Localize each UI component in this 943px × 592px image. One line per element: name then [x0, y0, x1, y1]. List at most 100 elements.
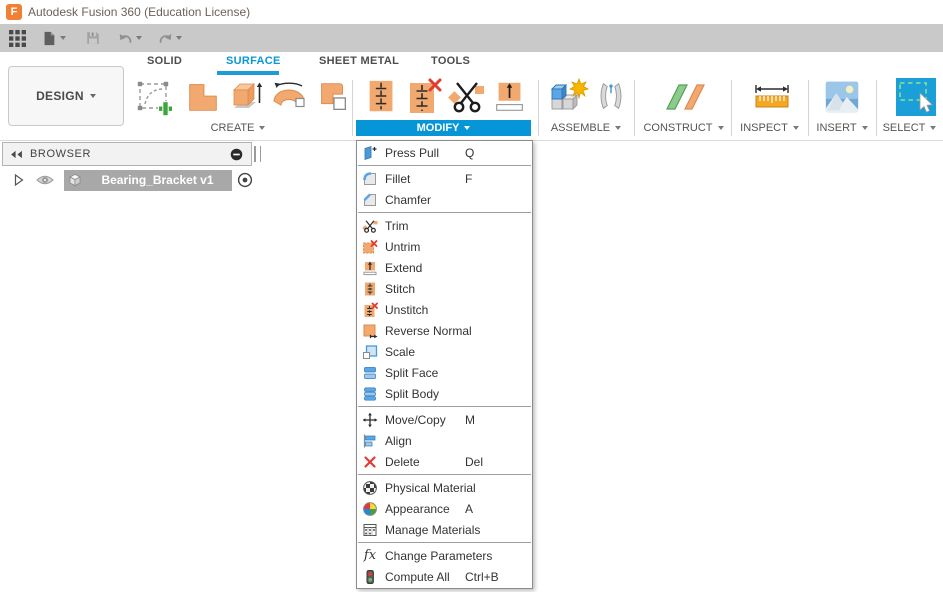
- stitch-icon: [361, 281, 379, 297]
- workspace-caret-icon: [90, 94, 96, 98]
- activate-component-radio-icon[interactable]: [237, 172, 253, 188]
- appearance-icon: [361, 501, 379, 517]
- split-face-icon: [361, 365, 379, 381]
- joint-button[interactable]: [592, 76, 630, 118]
- file-menu-caret-icon[interactable]: [58, 29, 68, 47]
- menu-item-label: Reverse Normal: [385, 324, 472, 338]
- tab-sheet-metal[interactable]: SHEET METAL: [319, 55, 399, 73]
- menu-item-fillet[interactable]: Fillet F: [357, 168, 532, 189]
- browser-header: BROWSER: [2, 142, 252, 166]
- browser-title: BROWSER: [30, 148, 91, 160]
- split-body-icon: [361, 386, 379, 402]
- panel-create-label: CREATE: [211, 122, 255, 134]
- menu-item-manage-materials[interactable]: Manage Materials: [357, 519, 532, 540]
- offset-button[interactable]: [312, 76, 354, 118]
- physical-material-icon: [361, 480, 379, 496]
- menu-item-unstitch[interactable]: Unstitch: [357, 299, 532, 320]
- menu-item-appearance[interactable]: Appearance A: [357, 498, 532, 519]
- redo-menu-caret-icon[interactable]: [174, 29, 184, 47]
- menu-item-label: Trim: [385, 219, 409, 233]
- panel-resize-grip[interactable]: [254, 146, 261, 162]
- extend-button[interactable]: [489, 76, 531, 118]
- joint-icon: [592, 78, 630, 116]
- insert-button[interactable]: [821, 76, 863, 118]
- panel-assemble[interactable]: ASSEMBLE: [538, 120, 634, 136]
- trim-button[interactable]: [446, 76, 488, 118]
- menu-item-chamfer[interactable]: Chamfer: [357, 189, 532, 210]
- panel-select[interactable]: SELECT: [876, 120, 943, 136]
- menu-item-shortcut: Ctrl+B: [465, 570, 499, 584]
- menu-item-press-pull[interactable]: Press Pull Q: [357, 142, 532, 163]
- collapse-panel-icon[interactable]: [10, 150, 23, 159]
- fillet-icon: [361, 171, 379, 187]
- menu-item-label: Stitch: [385, 282, 415, 296]
- menu-item-label: Split Face: [385, 366, 438, 380]
- menu-item-shortcut: Del: [465, 455, 483, 469]
- undo-menu-caret-icon[interactable]: [134, 29, 144, 47]
- visibility-eye-icon[interactable]: [36, 174, 54, 186]
- panel-inspect-caret-icon: [793, 126, 799, 130]
- browser-collapse-button[interactable]: [230, 148, 243, 161]
- menu-item-split-body[interactable]: Split Body: [357, 383, 532, 404]
- extrude-button[interactable]: [226, 76, 268, 118]
- ribbon: DESIGN SOLID SURFACE SHEET METAL TOOLS C…: [0, 52, 943, 141]
- menu-item-trim[interactable]: Trim: [357, 215, 532, 236]
- revolve-button[interactable]: [268, 76, 310, 118]
- menu-item-compute-all[interactable]: Compute All Ctrl+B: [357, 566, 532, 587]
- panel-inspect[interactable]: INSPECT: [731, 120, 808, 136]
- select-button[interactable]: [892, 76, 940, 118]
- menu-item-align[interactable]: Align: [357, 430, 532, 451]
- expand-arrow-icon[interactable]: [14, 174, 24, 186]
- panel-create[interactable]: CREATE: [178, 120, 298, 136]
- panel-modify-caret-icon: [464, 126, 470, 130]
- menu-separator: [358, 165, 531, 166]
- patch-icon: [184, 78, 222, 116]
- tab-solid[interactable]: SOLID: [147, 55, 182, 73]
- change-parameters-icon: fx: [361, 548, 379, 564]
- create-sketch-icon: [135, 77, 175, 117]
- patch-button[interactable]: [182, 76, 224, 118]
- menu-item-move-copy[interactable]: Move/Copy M: [357, 409, 532, 430]
- browser-root-row[interactable]: Bearing_Bracket v1: [14, 169, 253, 191]
- menu-item-label: Fillet: [385, 172, 410, 186]
- menu-item-extend[interactable]: Extend: [357, 257, 532, 278]
- menu-item-reverse-normal[interactable]: Reverse Normal: [357, 320, 532, 341]
- menu-item-stitch[interactable]: Stitch: [357, 278, 532, 299]
- panel-construct-label: CONSTRUCT: [643, 122, 712, 134]
- extend-ribbon-icon: [491, 78, 529, 116]
- new-component-icon: [546, 77, 590, 117]
- app-grid-icon[interactable]: [8, 29, 26, 47]
- menu-separator: [358, 212, 531, 213]
- menu-item-label: Press Pull: [385, 146, 439, 160]
- menu-item-label: Manage Materials: [385, 523, 480, 537]
- workspace-selector[interactable]: DESIGN: [8, 66, 124, 126]
- chamfer-icon: [361, 192, 379, 208]
- panel-modify[interactable]: MODIFY: [356, 120, 531, 136]
- fusion-logo-icon: F: [6, 4, 22, 20]
- panel-insert[interactable]: INSERT: [808, 120, 876, 136]
- redo-icon[interactable]: [156, 29, 174, 47]
- panel-construct[interactable]: CONSTRUCT: [636, 120, 731, 136]
- unstitch-button[interactable]: [403, 76, 445, 118]
- menu-item-delete[interactable]: Delete Del: [357, 451, 532, 472]
- menu-item-label: Align: [385, 434, 412, 448]
- file-icon[interactable]: [40, 29, 58, 47]
- stitch-button[interactable]: [361, 76, 403, 118]
- browser-root-item[interactable]: Bearing_Bracket v1: [64, 170, 232, 191]
- undo-icon[interactable]: [116, 29, 134, 47]
- tab-tools[interactable]: TOOLS: [431, 55, 470, 73]
- menu-item-split-face[interactable]: Split Face: [357, 362, 532, 383]
- component-cube-icon: [67, 172, 83, 188]
- menu-item-untrim[interactable]: Untrim: [357, 236, 532, 257]
- menu-item-scale[interactable]: Scale: [357, 341, 532, 362]
- construct-plane-button[interactable]: [662, 76, 708, 118]
- menu-item-physical-material[interactable]: Physical Material: [357, 477, 532, 498]
- menu-item-change-parameters[interactable]: fx Change Parameters: [357, 545, 532, 566]
- offset-icon: [314, 78, 352, 116]
- measure-button[interactable]: [749, 76, 795, 118]
- new-component-button[interactable]: [545, 76, 591, 118]
- create-sketch-button[interactable]: [134, 76, 176, 118]
- save-icon[interactable]: [84, 29, 102, 47]
- menu-item-label: Appearance: [385, 502, 450, 516]
- menu-separator: [358, 542, 531, 543]
